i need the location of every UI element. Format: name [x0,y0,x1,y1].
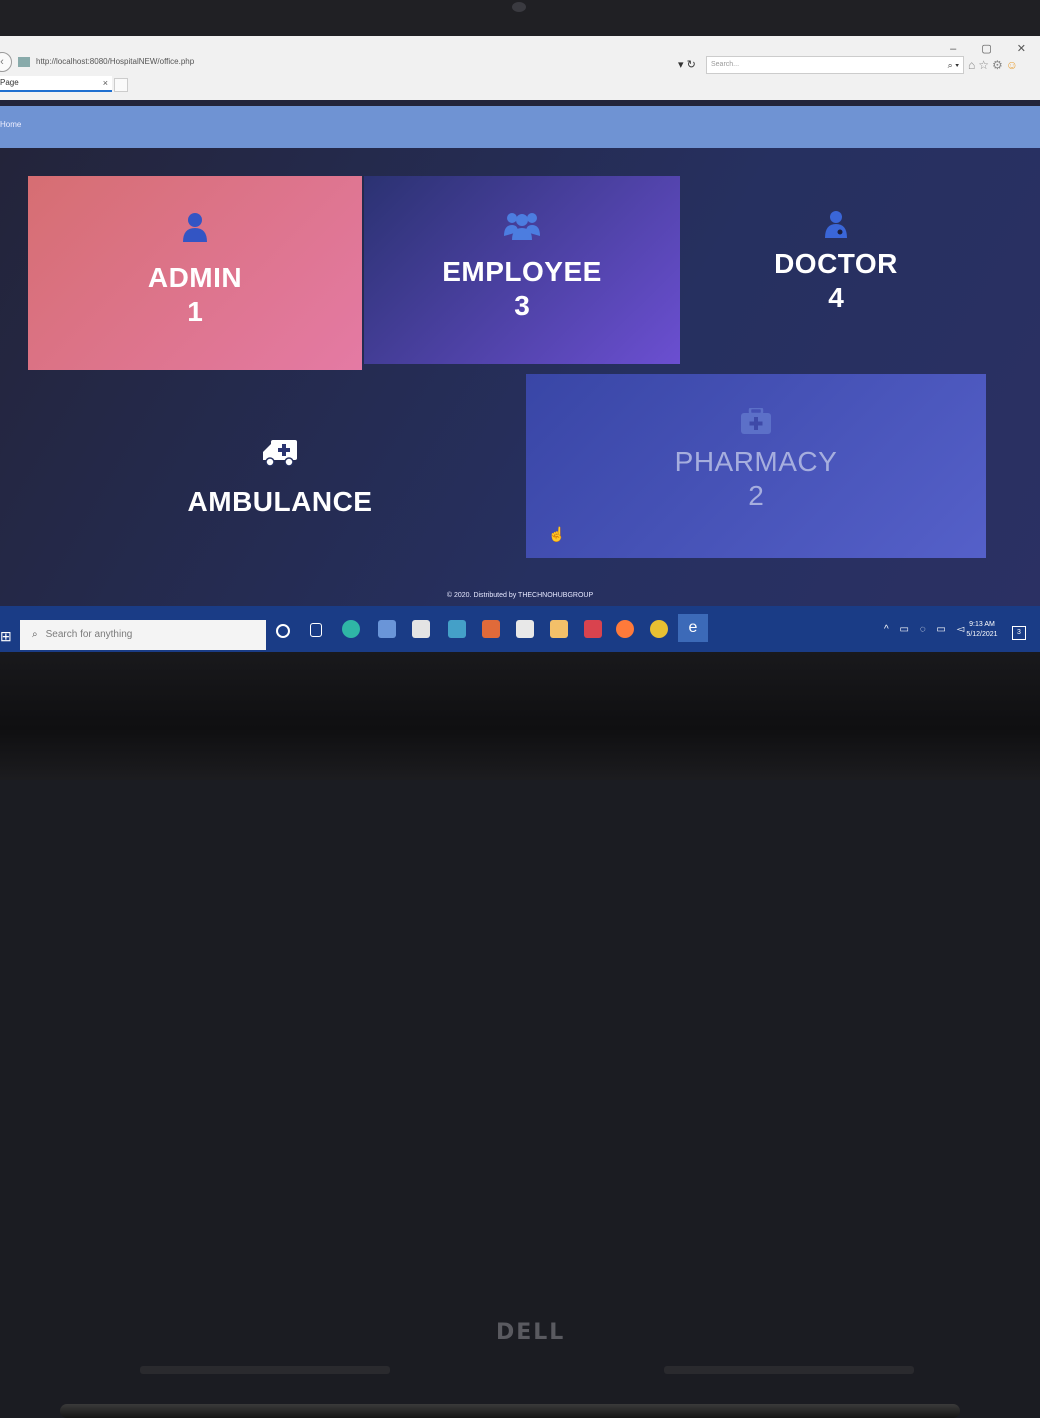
notification-center-icon[interactable]: 3 [1012,626,1026,640]
close-icon[interactable]: ✕ [1017,43,1026,55]
dashboard-content: ADMIN 1 EMPLOYEE 3 DOCTOR 4 AMBULANCE PH… [0,148,1040,606]
new-tab-icon[interactable] [114,78,128,92]
search-icon[interactable]: ⌕ ▾ [948,57,959,73]
window-controls: – ▢ ✕ [928,42,1026,55]
browser-search-placeholder: Search... [711,61,740,68]
hinge-vent-left [140,1366,390,1374]
footer-text: © 2020. Distributed by THECHNOHUBGROUP [446,592,594,599]
settings-gear-icon[interactable]: ⚙ [992,58,1006,72]
doctor-tile[interactable]: DOCTOR 4 [686,176,986,370]
system-tray-icons[interactable]: ^ ▭ ◌ ▭ ◅ [884,624,968,635]
minimize-icon[interactable]: – [950,43,956,55]
employee-tile[interactable]: EMPLOYEE 3 [364,176,680,364]
clock-time: 9:13 AM [969,621,995,628]
refresh-icon[interactable]: ▾ ↻ [678,58,696,71]
internet-explorer-icon[interactable]: e [678,614,708,642]
nav-home-link[interactable]: Home [0,120,21,129]
chrome-icon[interactable] [650,620,668,638]
taskbar-search-icon: ⌕ [32,629,38,640]
address-bar[interactable]: http://localhost:8080/HospitalNEW/office… [14,54,236,70]
browser-chrome: – ▢ ✕ ‹ http://localhost:8080/HospitalNE… [0,36,1040,100]
ambulance-label: AMBULANCE [187,486,373,517]
doctor-label: DOCTOR [774,248,898,279]
admin-count: 1 [187,296,203,327]
taskbar-search-input[interactable]: ⌕ Search for anything [20,620,266,650]
browser-search-input[interactable]: Search... ⌕ ▾ [706,56,964,74]
admin-tile[interactable]: ADMIN 1 [28,176,362,370]
browser-tab[interactable]: Page × [0,76,112,92]
back-icon[interactable]: ‹ [0,52,12,72]
screen: – ▢ ✕ ‹ http://localhost:8080/HospitalNE… [0,36,1040,652]
windows-taskbar: ⊞ ⌕ Search for anything e ^ ▭ ◌ ▭ ◅ 9:13 … [0,606,1040,652]
laptop-bezel-top [0,0,1040,36]
app-grid-icon[interactable] [584,620,602,638]
pharmacy-tile[interactable]: PHARMACY 2 [526,374,986,558]
users-icon [504,213,540,240]
tab-title: Page [0,78,19,87]
clock-date: 5/12/2021 [966,631,998,638]
security-shield-icon[interactable] [516,620,534,638]
pharmacy-count: 2 [748,480,764,511]
cortana-icon[interactable] [276,624,290,638]
feedback-smiley-icon[interactable]: ☺ [1006,58,1021,72]
medkit-icon [741,408,771,434]
hinge-vent-right [664,1366,914,1374]
taskbar-search-placeholder: Search for anything [45,629,133,640]
ambulance-icon [263,440,297,466]
laptop-bezel-bottom: DELL [0,652,1040,1418]
ambulance-tile[interactable]: AMBULANCE [20,380,540,600]
hand-cursor-icon: ☝ [548,526,566,542]
webcam-icon [512,2,526,12]
file-explorer-icon[interactable] [378,620,396,638]
home-icon[interactable]: ⌂ [968,58,978,72]
employee-label: EMPLOYEE [442,256,602,287]
tab-close-icon[interactable]: × [103,76,108,90]
task-view-icon[interactable] [310,623,322,637]
windows-start-icon[interactable]: ⊞ [0,628,16,645]
photos-icon[interactable] [448,620,466,638]
pharmacy-label: PHARMACY [674,446,838,477]
store-icon[interactable] [412,620,430,638]
app-navbar: Home [0,106,1040,148]
employee-count: 3 [514,290,530,321]
toolbar-icons: ⌂☆⚙☺ [968,58,1021,72]
maximize-icon[interactable]: ▢ [981,43,991,55]
office-icon[interactable] [482,620,500,638]
doctor-count: 4 [828,282,844,313]
firefox-icon[interactable] [616,620,634,638]
edge-icon[interactable] [342,620,360,638]
user-icon [183,213,207,242]
dell-logo: DELL [496,1320,566,1345]
sticky-notes-icon[interactable] [550,620,568,638]
favorites-star-icon[interactable]: ☆ [978,58,992,72]
admin-label: ADMIN [147,262,243,293]
user-doctor-icon [825,211,847,238]
taskbar-clock[interactable]: 9:13 AM 5/12/2021 [962,620,1002,640]
pen-on-keyboard [60,1404,960,1418]
